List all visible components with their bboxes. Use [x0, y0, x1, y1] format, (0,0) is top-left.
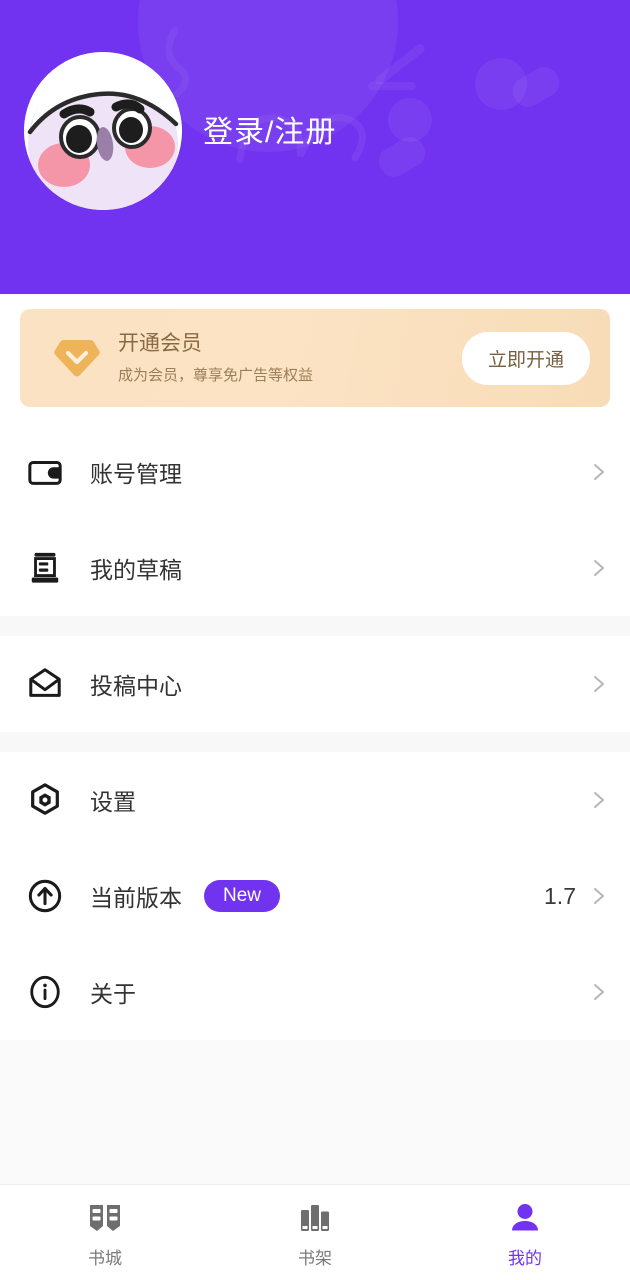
- person-icon: [508, 1201, 542, 1235]
- menu-item-label: 账号管理: [90, 461, 182, 487]
- chevron-right-icon: [594, 888, 604, 904]
- menu-item-submission-center[interactable]: 投稿中心: [0, 636, 630, 732]
- app-screen: 登录/注册 开通会员 成为会员，尊享免广告等权益 立即开通 账号管理 我的草稿 …: [0, 0, 630, 1280]
- tab-label: 我的: [508, 1248, 542, 1268]
- bottom-navigation-bar: 书城 书架 我的: [0, 1184, 630, 1280]
- gear-hexagon-icon: [26, 781, 64, 819]
- menu-group-settings: 设置 当前版本 New 1.7 关于: [0, 752, 630, 1040]
- menu-group-submission: 投稿中心: [0, 636, 630, 732]
- tab-bookstore[interactable]: 书城: [0, 1185, 210, 1280]
- activate-membership-button[interactable]: 立即开通: [461, 331, 590, 385]
- login-register-link[interactable]: 登录/注册: [203, 107, 336, 151]
- diamond-gem-icon: [54, 340, 100, 377]
- open-book-icon: [88, 1201, 122, 1235]
- arrow-up-circle-icon: [26, 877, 64, 915]
- vip-text-block: 开通会员 成为会员，尊享免广告等权益: [118, 331, 462, 385]
- chevron-right-icon: [594, 984, 604, 1000]
- menu-item-label: 关于: [90, 981, 136, 1007]
- section-divider: [0, 732, 630, 752]
- tab-label: 书城: [88, 1248, 122, 1268]
- tab-bookshelf[interactable]: 书架: [210, 1185, 420, 1280]
- tab-mine[interactable]: 我的: [420, 1185, 630, 1280]
- chevron-right-icon: [594, 560, 604, 576]
- menu-item-about[interactable]: 关于: [0, 944, 630, 1040]
- version-value: 1.7: [544, 882, 576, 909]
- menu-item-current-version[interactable]: 当前版本 New 1.7: [0, 848, 630, 944]
- chevron-right-icon: [594, 464, 604, 480]
- bookshelf-icon: [298, 1201, 332, 1235]
- draft-document-icon: [26, 549, 64, 587]
- vip-banner-zone: 开通会员 成为会员，尊享免广告等权益 立即开通: [0, 294, 630, 424]
- avatar[interactable]: [24, 52, 182, 210]
- menu-item-settings[interactable]: 设置: [0, 752, 630, 848]
- section-divider: [0, 616, 630, 636]
- info-circle-icon: [26, 973, 64, 1011]
- menu-item-label: 投稿中心: [90, 673, 182, 699]
- menu-item-label: 我的草稿: [90, 557, 182, 583]
- wallet-icon: [26, 453, 64, 491]
- vip-banner[interactable]: 开通会员 成为会员，尊享免广告等权益 立即开通: [20, 309, 610, 407]
- tab-label: 书架: [298, 1248, 332, 1268]
- profile-header: 登录/注册: [0, 0, 630, 294]
- envelope-open-icon: [26, 665, 64, 703]
- chevron-right-icon: [594, 676, 604, 692]
- menu-item-label: 设置: [90, 789, 136, 815]
- vip-subtitle: 成为会员，尊享免广告等权益: [118, 367, 314, 385]
- menu-item-label: 当前版本: [90, 885, 182, 911]
- menu-group-account: 账号管理 我的草稿: [0, 424, 630, 616]
- menu-item-my-drafts[interactable]: 我的草稿: [0, 520, 630, 616]
- chevron-right-icon: [594, 792, 604, 808]
- menu-item-account-management[interactable]: 账号管理: [0, 424, 630, 520]
- new-badge: New: [204, 880, 281, 912]
- vip-title: 开通会员: [118, 331, 202, 355]
